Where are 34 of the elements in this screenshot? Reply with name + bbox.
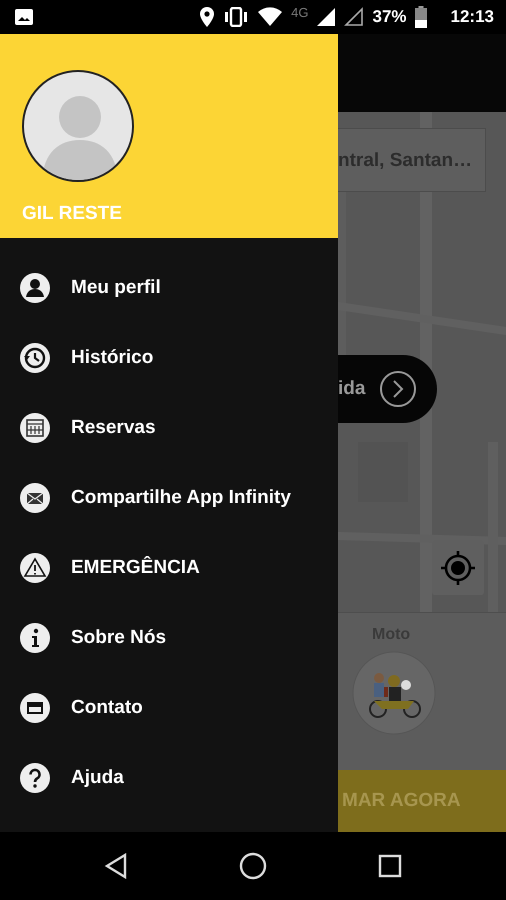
signal-icon xyxy=(316,7,336,27)
crosshair-icon xyxy=(439,548,477,586)
menu-item[interactable]: Histórico xyxy=(0,323,338,393)
user-name: GIL RESTE xyxy=(22,202,123,226)
wifi-icon xyxy=(257,7,284,27)
menu-item[interactable]: Reservas xyxy=(0,393,338,463)
menu-item[interactable]: Sobre Nós xyxy=(0,603,338,673)
recents-icon[interactable] xyxy=(378,854,402,878)
network-label: 4G xyxy=(291,4,308,22)
warning-icon xyxy=(19,552,51,584)
vibrate-icon xyxy=(223,7,250,27)
menu-item[interactable]: Contato xyxy=(0,673,338,743)
image-icon xyxy=(14,7,34,27)
clock: 12:13 xyxy=(450,6,494,28)
mail-icon xyxy=(19,692,51,724)
menu-item[interactable]: Ajuda xyxy=(0,743,338,813)
chevron-right-icon xyxy=(379,370,418,408)
calendar-icon xyxy=(19,412,51,444)
help-icon xyxy=(19,762,51,794)
menu-item[interactable]: EMERGÊNCIA xyxy=(0,533,338,603)
menu-item[interactable]: Meu perfil xyxy=(0,253,338,323)
home-icon[interactable] xyxy=(238,852,267,880)
menu-item[interactable]: Compartilhe App Infinity xyxy=(0,463,338,533)
battery-percentage: 37% xyxy=(372,6,407,28)
battery-icon xyxy=(414,6,427,28)
envelope-icon xyxy=(19,482,51,514)
location-icon xyxy=(199,7,216,27)
ride-button[interactable]: ida xyxy=(338,355,437,423)
info-icon xyxy=(19,622,51,654)
history-icon xyxy=(19,342,51,374)
profile-icon xyxy=(19,272,51,304)
back-icon[interactable] xyxy=(104,853,128,879)
motorcycle-drawing[interactable] xyxy=(352,651,436,735)
signal-icon xyxy=(344,7,364,27)
